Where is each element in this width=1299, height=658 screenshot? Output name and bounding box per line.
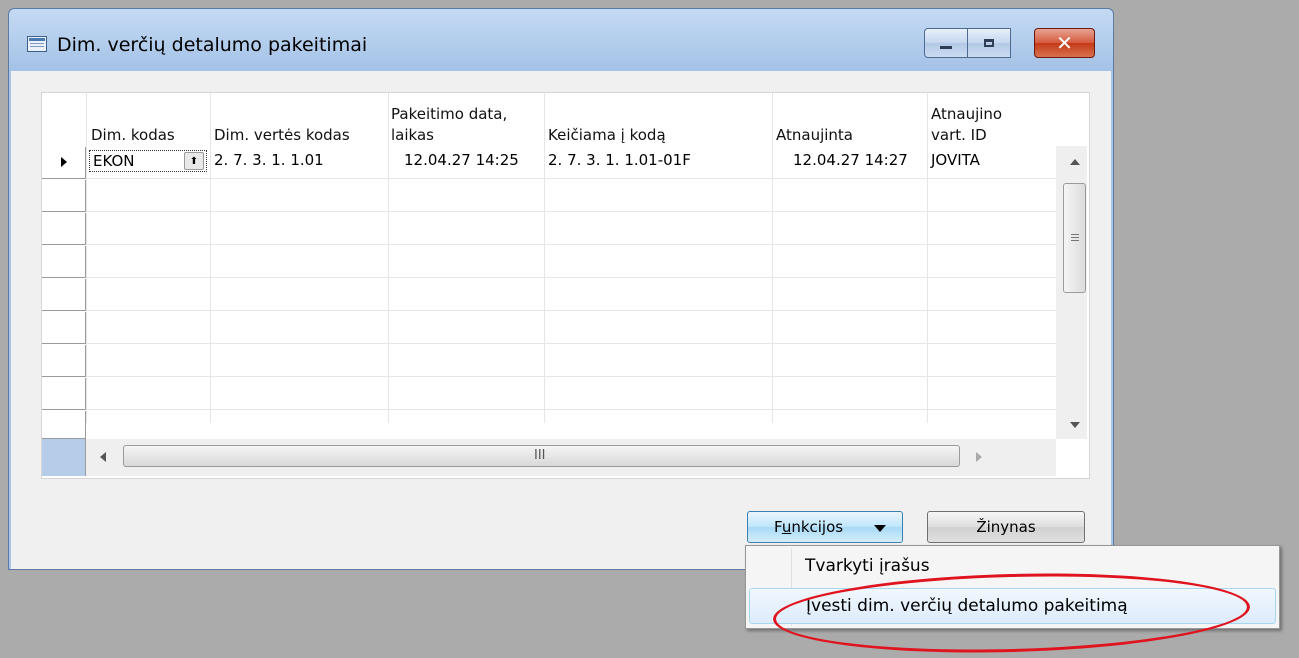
row-selector[interactable] [42, 213, 86, 245]
grid-row-divider [86, 343, 1056, 344]
new-code-cell[interactable]: 2. 7. 3. 1. 1.01-01F [548, 149, 691, 171]
col-header-dim-code[interactable]: Dim. kodas [91, 125, 175, 146]
functions-label-prefix: F [774, 518, 782, 536]
dropdown-arrow-icon [874, 525, 886, 532]
vertical-scroll-thumb[interactable] [1063, 183, 1086, 293]
horizontal-scrollbar[interactable]: III [86, 439, 1056, 476]
thumb-grip [1071, 240, 1079, 241]
grid-row-divider [86, 409, 1056, 410]
grid-corner [42, 439, 86, 476]
row-selector[interactable] [42, 246, 86, 278]
horizontal-scroll-thumb[interactable]: III [123, 445, 960, 467]
thumb-grip: III [534, 448, 546, 463]
scroll-left-arrow-icon[interactable] [100, 452, 106, 462]
grid-column-divider [388, 93, 389, 423]
col-header-change-date-line2[interactable]: laikas [391, 125, 434, 146]
current-row-arrow-icon [61, 157, 67, 167]
grid-column-divider [86, 93, 87, 423]
row-selector[interactable] [42, 312, 86, 344]
grid-row-divider [86, 310, 1056, 311]
grid-column-divider [210, 93, 211, 423]
maximize-icon [984, 39, 994, 47]
col-header-new-code[interactable]: Keičiama į kodą [548, 125, 666, 146]
functions-button[interactable]: Funkcijos [747, 511, 903, 543]
col-header-user-id-line2[interactable]: vart. ID [931, 125, 987, 146]
help-button[interactable]: Žinynas [927, 511, 1085, 543]
dim-value-code-cell[interactable]: 2. 7. 3. 1. 1.01 [214, 149, 324, 171]
user-id-cell[interactable]: JOVITA [931, 149, 980, 171]
functions-label-accel: u [781, 518, 792, 536]
grid-column-divider [544, 93, 545, 423]
title-bar[interactable]: Dim. verčių detalumo pakeitimai ✕ [9, 9, 1113, 71]
col-header-user-id-line1[interactable]: Atnaujino [931, 104, 1002, 125]
updated-cell[interactable]: 12.04.27 14:27 [793, 149, 908, 171]
thumb-grip [1071, 234, 1079, 235]
scroll-up-arrow-icon[interactable] [1070, 159, 1080, 165]
vertical-scrollbar[interactable] [1056, 146, 1087, 439]
row-selector[interactable] [42, 180, 86, 212]
col-header-change-date-line1[interactable]: Pakeitimo data, [391, 104, 507, 125]
window-title: Dim. verčių detalumo pakeitimai [57, 34, 368, 56]
col-header-dim-value-code[interactable]: Dim. vertės kodas [214, 125, 350, 146]
maximize-button[interactable] [967, 28, 1011, 58]
close-button[interactable]: ✕ [1034, 28, 1095, 58]
dim-code-field[interactable]: EKON ⬆ [89, 150, 207, 172]
row-selector[interactable] [42, 378, 86, 410]
minimize-button[interactable] [924, 28, 968, 58]
dim-code-value: EKON [93, 152, 135, 170]
grid-row-divider [86, 211, 1056, 212]
main-window: Dim. verčių detalumo pakeitimai ✕ Dim. k… [8, 8, 1114, 570]
thumb-grip [1071, 237, 1079, 238]
data-grid: Dim. kodas Dim. vertės kodas Pakeitimo d… [41, 92, 1090, 479]
grid-row-divider [86, 277, 1056, 278]
grid-column-divider [927, 93, 928, 423]
window-client-area: Dim. kodas Dim. vertės kodas Pakeitimo d… [11, 71, 1111, 569]
scroll-down-arrow-icon[interactable] [1070, 422, 1080, 428]
functions-label-suffix: nkcijos [791, 518, 844, 536]
grid-column-divider [772, 93, 773, 423]
change-datetime-cell[interactable]: 12.04.27 14:25 [404, 149, 519, 171]
close-icon: ✕ [1056, 31, 1073, 55]
minimize-icon [940, 45, 952, 49]
grid-row-divider [86, 178, 1056, 179]
grid-row-divider [86, 244, 1056, 245]
grid-row-divider [86, 376, 1056, 377]
row-selector[interactable] [42, 279, 86, 311]
row-selector[interactable] [42, 345, 86, 377]
scroll-right-arrow-icon[interactable] [976, 452, 982, 462]
row-selector[interactable] [42, 411, 86, 439]
col-header-updated[interactable]: Atnaujinta [776, 125, 853, 146]
lookup-arrow-icon[interactable]: ⬆ [184, 152, 204, 170]
form-icon [27, 36, 47, 52]
